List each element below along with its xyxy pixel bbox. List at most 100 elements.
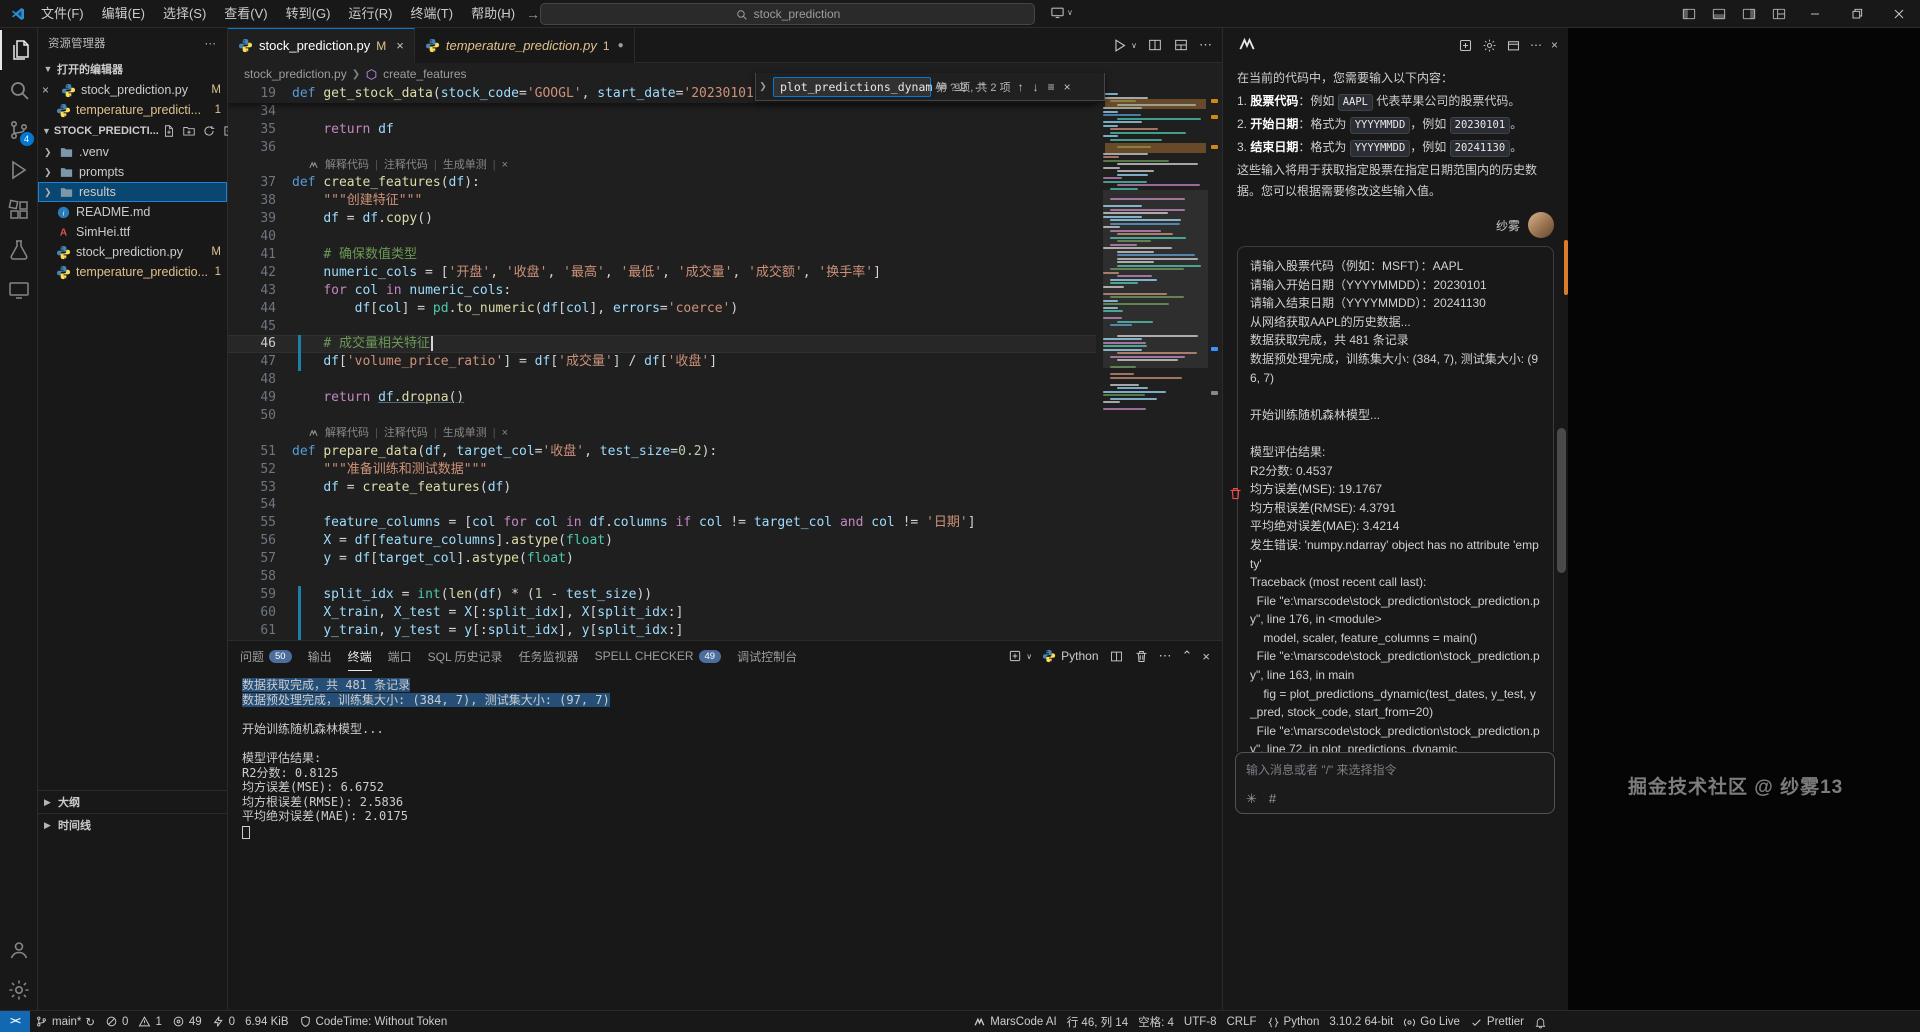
line-number[interactable]: 51 [228,443,292,461]
find-input[interactable]: plot_predictions_dynam Aa ab .* [773,77,931,97]
open-editors-header[interactable]: ▼ 打开的编辑器 [38,58,227,80]
status-item-CodeTime: Without Token[interactable]: CodeTime: Without Token [294,1011,453,1032]
delete-message-icon[interactable] [1228,486,1243,501]
status-item-3.10.2 64-bit[interactable]: 3.10.2 64-bit [1324,1011,1398,1032]
split-icon[interactable] [1147,37,1163,53]
close-icon[interactable]: × [502,425,508,443]
restore-button[interactable] [1836,0,1878,28]
layout-icon[interactable] [1173,37,1189,53]
line-number[interactable]: 57 [228,550,292,568]
open-editor-item[interactable]: temperature_predicti...1 [38,100,227,120]
terminal-output[interactable]: 数据获取完成，共 481 条记录数据预处理完成，训练集大小: (384, 7),… [228,671,1222,839]
line-number[interactable]: 45 [228,318,292,336]
code-line-61[interactable]: 61 y_train, y_test = y[:split_idx], y[sp… [228,622,1096,640]
activity-item-files-icon[interactable] [0,30,38,70]
status-item-6.94 KiB[interactable]: 6.94 KiB [240,1011,293,1032]
line-number[interactable]: 38 [228,192,292,210]
code-line-50[interactable]: 50 [228,407,1096,425]
code-line-60[interactable]: 60 X_train, X_test = X[:split_idx], X[sp… [228,604,1096,622]
find-previous-icon[interactable]: ↑ [1016,80,1026,94]
panel-tab-问题[interactable]: 问题50 [240,641,292,671]
command-center-search[interactable]: stock_prediction [540,3,1035,25]
status-item-49[interactable]: 49 [167,1011,207,1032]
trash-icon[interactable] [1134,649,1149,664]
tree-item-prompts[interactable]: ❯prompts [38,162,227,182]
code-line-53[interactable]: 53 df = create_features(df) [228,479,1096,497]
line-number[interactable]: 50 [228,407,292,425]
breadcrumb-file[interactable]: stock_prediction.py [244,67,347,81]
ai-scrollbar-thumb[interactable] [1557,428,1566,573]
code-line-35[interactable]: 35 return df [228,121,1096,139]
refresh-icon[interactable] [202,124,216,138]
codelens-link[interactable]: 生成单测 [443,157,487,175]
tree-item-results[interactable]: ❯results [38,182,227,202]
line-number[interactable]: 41 [228,246,292,264]
minimap-viewport[interactable] [1103,190,1208,368]
close-button[interactable] [1878,0,1920,28]
line-number[interactable]: 56 [228,532,292,550]
code-line-41[interactable]: 41 # 确保数值类型 [228,246,1096,264]
status-item[interactable] [1529,1011,1552,1032]
status-item-行 46, 列 14[interactable]: 行 46, 列 14 [1062,1011,1133,1032]
activity-item-search-icon[interactable] [0,70,38,110]
status-item-1[interactable]: 1 [133,1011,166,1032]
line-number[interactable]: 42 [228,264,292,282]
code-line-46[interactable]: 46 # 成交量相关特征 [228,335,1096,353]
play-icon[interactable] [1111,37,1128,54]
tree-item-SimHei.ttf[interactable]: ASimHei.ttf [38,222,227,242]
activity-item-extensions-icon[interactable] [0,190,38,230]
customize-layout-button[interactable] [1764,0,1794,28]
line-number[interactable]: 48 [228,371,292,389]
activity-item-remote-explorer-icon[interactable] [0,270,38,310]
breadcrumb-symbol[interactable]: create_features [383,67,466,81]
more-icon[interactable]: ⋯ [1530,38,1542,52]
line-number[interactable]: 43 [228,282,292,300]
status-item-Python[interactable]: Python [1262,1011,1325,1032]
open-in-editor-icon[interactable] [1506,38,1521,53]
forward-icon[interactable]: → [526,6,540,22]
more-icon[interactable]: ⋯ [1199,37,1212,53]
toggle-replace-icon[interactable]: ❯ [758,81,768,92]
panel-tab-调试控制台[interactable]: 调试控制台 [737,641,797,671]
status-item-Prettier[interactable]: Prettier [1465,1011,1529,1032]
codelens-link[interactable]: 生成单测 [443,425,487,443]
line-number[interactable]: 52 [228,461,292,479]
code-line-58[interactable]: 58 [228,568,1096,586]
code-line-57[interactable]: 57 y = df[target_col].astype(float) [228,550,1096,568]
code-lines[interactable]: 3435 return df36解释代码|注释代码|生成单测|×37def cr… [228,103,1096,640]
menu-文件(F)[interactable]: 文件(F) [32,0,93,28]
code-line-37[interactable]: 37def create_features(df): [228,174,1096,192]
line-number[interactable]: 53 [228,479,292,497]
find-in-selection-icon[interactable]: ≡ [1046,80,1057,94]
new-folder-icon[interactable] [182,124,196,138]
project-root-header[interactable]: ▼ STOCK_PREDICTI... [38,120,227,142]
tree-item-temperature_predictio...[interactable]: temperature_predictio...1 [38,262,227,282]
menu-运行(R)[interactable]: 运行(R) [339,0,401,28]
menu-终端(T)[interactable]: 终端(T) [401,0,462,28]
line-number[interactable]: 55 [228,514,292,532]
context-icon[interactable]: # [1269,791,1276,807]
tree-item-stock_prediction.py[interactable]: stock_prediction.pyM [38,242,227,262]
code-line-40[interactable]: 40 [228,228,1096,246]
tab-temperature_prediction.py[interactable]: temperature_prediction.py1● [415,28,635,63]
line-number[interactable]: 37 [228,174,292,192]
panel-tab-SPELL CHECKER[interactable]: SPELL CHECKER49 [595,641,722,671]
line-number[interactable]: 46 [228,335,292,353]
terminal-instance[interactable]: Python [1042,649,1098,663]
ai-input-box[interactable]: ✳ # [1235,752,1555,814]
line-number[interactable]: 54 [228,496,292,514]
toggle-primary-sidebar-button[interactable] [1674,0,1704,28]
outline-section[interactable]: ▶ 大纲 [38,790,227,813]
maximize-panel-icon[interactable]: ⌃ [1182,648,1193,664]
line-number[interactable]: 44 [228,300,292,318]
panel-tab-SQL 历史记录[interactable]: SQL 历史记录 [428,641,503,671]
line-number[interactable]: 35 [228,121,292,139]
status-item-0[interactable]: 0 [207,1011,240,1032]
close-icon[interactable]: × [1062,80,1073,94]
code-line-34[interactable]: 34 [228,103,1096,121]
remote-indicator[interactable]: >< [0,1011,30,1032]
code-line-55[interactable]: 55 feature_columns = [col for col in df.… [228,514,1096,532]
new-chat-icon[interactable] [1458,38,1473,53]
panel-tab-输出[interactable]: 输出 [308,641,332,671]
status-item-MarsCode AI[interactable]: MarsCode AI [968,1011,1061,1032]
